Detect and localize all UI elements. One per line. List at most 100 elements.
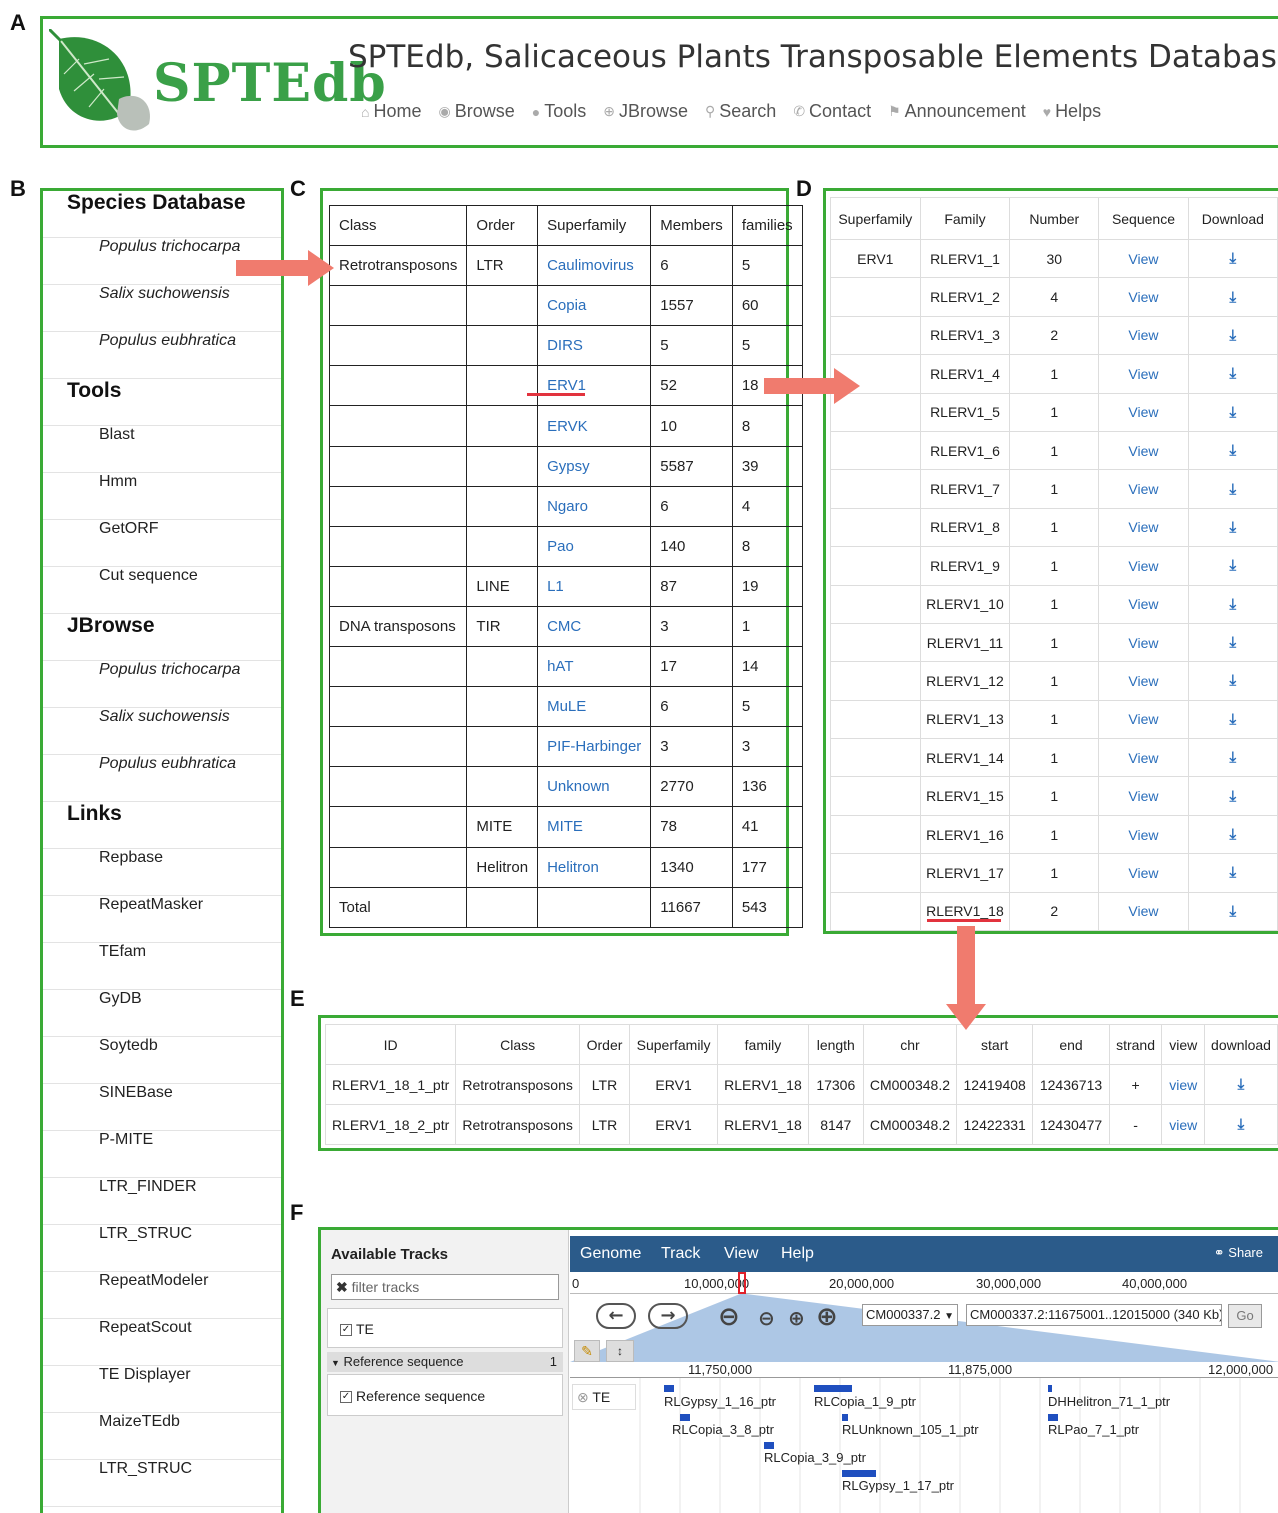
sidebar-item-link[interactable]: LTR_STRUC bbox=[43, 1225, 281, 1272]
download-icon[interactable]: ⤓ bbox=[1230, 404, 1237, 421]
nav-search[interactable]: ⚲ Search bbox=[705, 101, 776, 122]
view-link[interactable]: view bbox=[1161, 1064, 1205, 1105]
checkbox-checked-icon[interactable]: ✓ bbox=[340, 1324, 352, 1337]
share-button[interactable]: ⚭ Share bbox=[1214, 1245, 1263, 1261]
feature-label[interactable]: RLCopia_3_9_ptr bbox=[764, 1450, 866, 1465]
download-icon[interactable]: ⤓ bbox=[1230, 289, 1237, 306]
table-cell[interactable]: L1 bbox=[537, 565, 652, 607]
sidebar-item-jbrowse[interactable]: Salix suchowensis bbox=[43, 708, 281, 755]
table-cell[interactable]: Helitron bbox=[537, 846, 652, 888]
download-icon[interactable]: ⤓ bbox=[1230, 826, 1237, 843]
close-icon[interactable]: ⊗ bbox=[577, 1389, 589, 1405]
table-cell[interactable]: Ngaro bbox=[537, 485, 652, 527]
track-reference-option[interactable]: ✓ Reference sequence bbox=[327, 1374, 563, 1416]
overview-ruler[interactable]: 0 10,000,000 20,000,000 30,000,000 40,00… bbox=[570, 1272, 1278, 1294]
feature-label[interactable]: RLCopia_3_8_ptr bbox=[672, 1422, 774, 1437]
feature-bar[interactable] bbox=[680, 1414, 690, 1421]
sidebar-item-link[interactable]: MaizeTEdb bbox=[43, 1413, 281, 1460]
sidebar-item-link[interactable]: RepeatScout bbox=[43, 1319, 281, 1366]
feature-bar[interactable] bbox=[842, 1470, 876, 1477]
download-icon[interactable]: ⤓ bbox=[1238, 1116, 1245, 1133]
reference-sequence-group[interactable]: ▼ Reference sequence 1 bbox=[327, 1352, 563, 1372]
view-link[interactable]: View bbox=[1098, 622, 1189, 663]
feature-label[interactable]: RLGypsy_1_16_ptr bbox=[664, 1394, 776, 1409]
nav-contact[interactable]: ✆ Contact bbox=[793, 101, 871, 122]
download-icon[interactable]: ⤓ bbox=[1230, 365, 1237, 382]
sidebar-item-link[interactable]: RepeatModeler bbox=[43, 1272, 281, 1319]
view-link[interactable]: View bbox=[1098, 469, 1189, 509]
feature-label[interactable]: RLUnknown_105_1_ptr bbox=[842, 1422, 979, 1437]
pan-left-icon[interactable]: ← bbox=[596, 1303, 636, 1329]
feature-label[interactable]: RLPao_7_1_ptr bbox=[1048, 1422, 1139, 1437]
sidebar-item-jbrowse[interactable]: Populus eubhratica bbox=[43, 755, 281, 802]
feature-bar[interactable] bbox=[1048, 1414, 1058, 1421]
download-icon[interactable]: ⤓ bbox=[1230, 557, 1237, 574]
view-link[interactable]: View bbox=[1098, 354, 1189, 394]
table-cell[interactable]: ERV1 bbox=[537, 365, 652, 407]
view-link[interactable]: View bbox=[1098, 392, 1189, 432]
menu-genome[interactable]: Genome bbox=[580, 1245, 641, 1263]
nav-helps[interactable]: ♥ Helps bbox=[1043, 101, 1101, 122]
menu-help[interactable]: Help bbox=[781, 1245, 814, 1263]
table-cell[interactable]: Caulimovirus bbox=[537, 245, 652, 287]
track-options-icon[interactable]: ↕ bbox=[606, 1340, 634, 1362]
highlight-tool-icon[interactable]: ✎ bbox=[574, 1340, 600, 1362]
download-icon[interactable]: ⤓ bbox=[1230, 634, 1237, 651]
view-link[interactable]: View bbox=[1098, 315, 1189, 356]
view-link[interactable]: View bbox=[1098, 546, 1189, 586]
view-link[interactable]: View bbox=[1098, 584, 1189, 624]
view-link[interactable]: View bbox=[1098, 238, 1189, 279]
table-cell[interactable]: Pao bbox=[537, 525, 652, 567]
view-link[interactable]: View bbox=[1098, 699, 1189, 740]
download-icon[interactable]: ⤓ bbox=[1230, 711, 1237, 728]
chromosome-select[interactable]: CM000337.2 ▼ bbox=[862, 1304, 958, 1326]
menu-track[interactable]: Track bbox=[661, 1245, 700, 1263]
location-input[interactable]: CM000337.2:11675001..12015000 (340 Kb) bbox=[966, 1304, 1222, 1326]
zoom-out-icon[interactable]: ⊖ bbox=[758, 1306, 775, 1330]
nav-tools[interactable]: ● Tools bbox=[532, 101, 587, 122]
view-link[interactable]: View bbox=[1098, 853, 1189, 893]
view-link[interactable]: view bbox=[1161, 1104, 1205, 1145]
feature-bar[interactable] bbox=[814, 1385, 852, 1392]
view-link[interactable]: View bbox=[1098, 776, 1189, 816]
sidebar-item-link[interactable]: TEfam bbox=[43, 943, 281, 990]
nav-announcement[interactable]: ⚑ Announcement bbox=[888, 101, 1026, 122]
pan-right-icon[interactable]: → bbox=[648, 1303, 688, 1329]
checkbox-checked-icon[interactable]: ✓ bbox=[340, 1391, 352, 1404]
view-link[interactable]: View bbox=[1098, 661, 1189, 701]
feature-label[interactable]: DHHelitron_71_1_ptr bbox=[1048, 1394, 1170, 1409]
sidebar-item-link[interactable]: Soytedb bbox=[43, 1037, 281, 1084]
feature-bar[interactable] bbox=[764, 1442, 774, 1449]
download-icon[interactable]: ⤓ bbox=[1230, 864, 1237, 881]
download-icon[interactable]: ⤓ bbox=[1230, 788, 1237, 805]
feature-label[interactable]: RLGypsy_1_17_ptr bbox=[842, 1478, 954, 1493]
table-cell[interactable]: Copia bbox=[537, 285, 652, 327]
download-icon[interactable]: ⤓ bbox=[1230, 903, 1237, 920]
download-icon[interactable]: ⤓ bbox=[1230, 672, 1237, 689]
table-cell[interactable]: Gypsy bbox=[537, 445, 652, 487]
download-icon[interactable]: ⤓ bbox=[1230, 749, 1237, 766]
sidebar-item-tool[interactable]: GetORF bbox=[43, 520, 281, 567]
sidebar-item-link[interactable]: RepeatMasker bbox=[43, 896, 281, 943]
download-icon[interactable]: ⤓ bbox=[1230, 442, 1237, 459]
download-icon[interactable]: ⤓ bbox=[1230, 250, 1237, 267]
table-cell[interactable]: PIF-Harbinger bbox=[537, 726, 652, 768]
track-te-option[interactable]: ✓ TE bbox=[327, 1308, 563, 1348]
download-icon[interactable]: ⤓ bbox=[1230, 327, 1237, 344]
table-cell[interactable]: ERVK bbox=[537, 405, 652, 447]
view-link[interactable]: View bbox=[1098, 814, 1189, 855]
download-icon[interactable]: ⤓ bbox=[1238, 1076, 1245, 1093]
sidebar-item-link[interactable]: Repbase bbox=[43, 849, 281, 896]
sidebar-item-link[interactable]: P-MITE bbox=[43, 1131, 281, 1178]
sidebar-item-species[interactable]: Populus eubhratica bbox=[43, 332, 281, 379]
table-cell[interactable]: MITE bbox=[537, 806, 652, 848]
te-track-label[interactable]: ⊗ TE bbox=[572, 1384, 636, 1410]
table-cell[interactable]: DIRS bbox=[537, 325, 652, 367]
feature-bar[interactable] bbox=[1048, 1385, 1052, 1392]
sidebar-item-link[interactable]: LTR_FINDER bbox=[43, 1178, 281, 1225]
sidebar-item-jbrowse[interactable]: Populus trichocarpa bbox=[43, 661, 281, 708]
feature-bar[interactable] bbox=[664, 1385, 674, 1392]
view-link[interactable]: View bbox=[1098, 277, 1189, 317]
sidebar-item-tool[interactable]: Blast bbox=[43, 426, 281, 473]
feature-label[interactable]: RLCopia_1_9_ptr bbox=[814, 1394, 916, 1409]
